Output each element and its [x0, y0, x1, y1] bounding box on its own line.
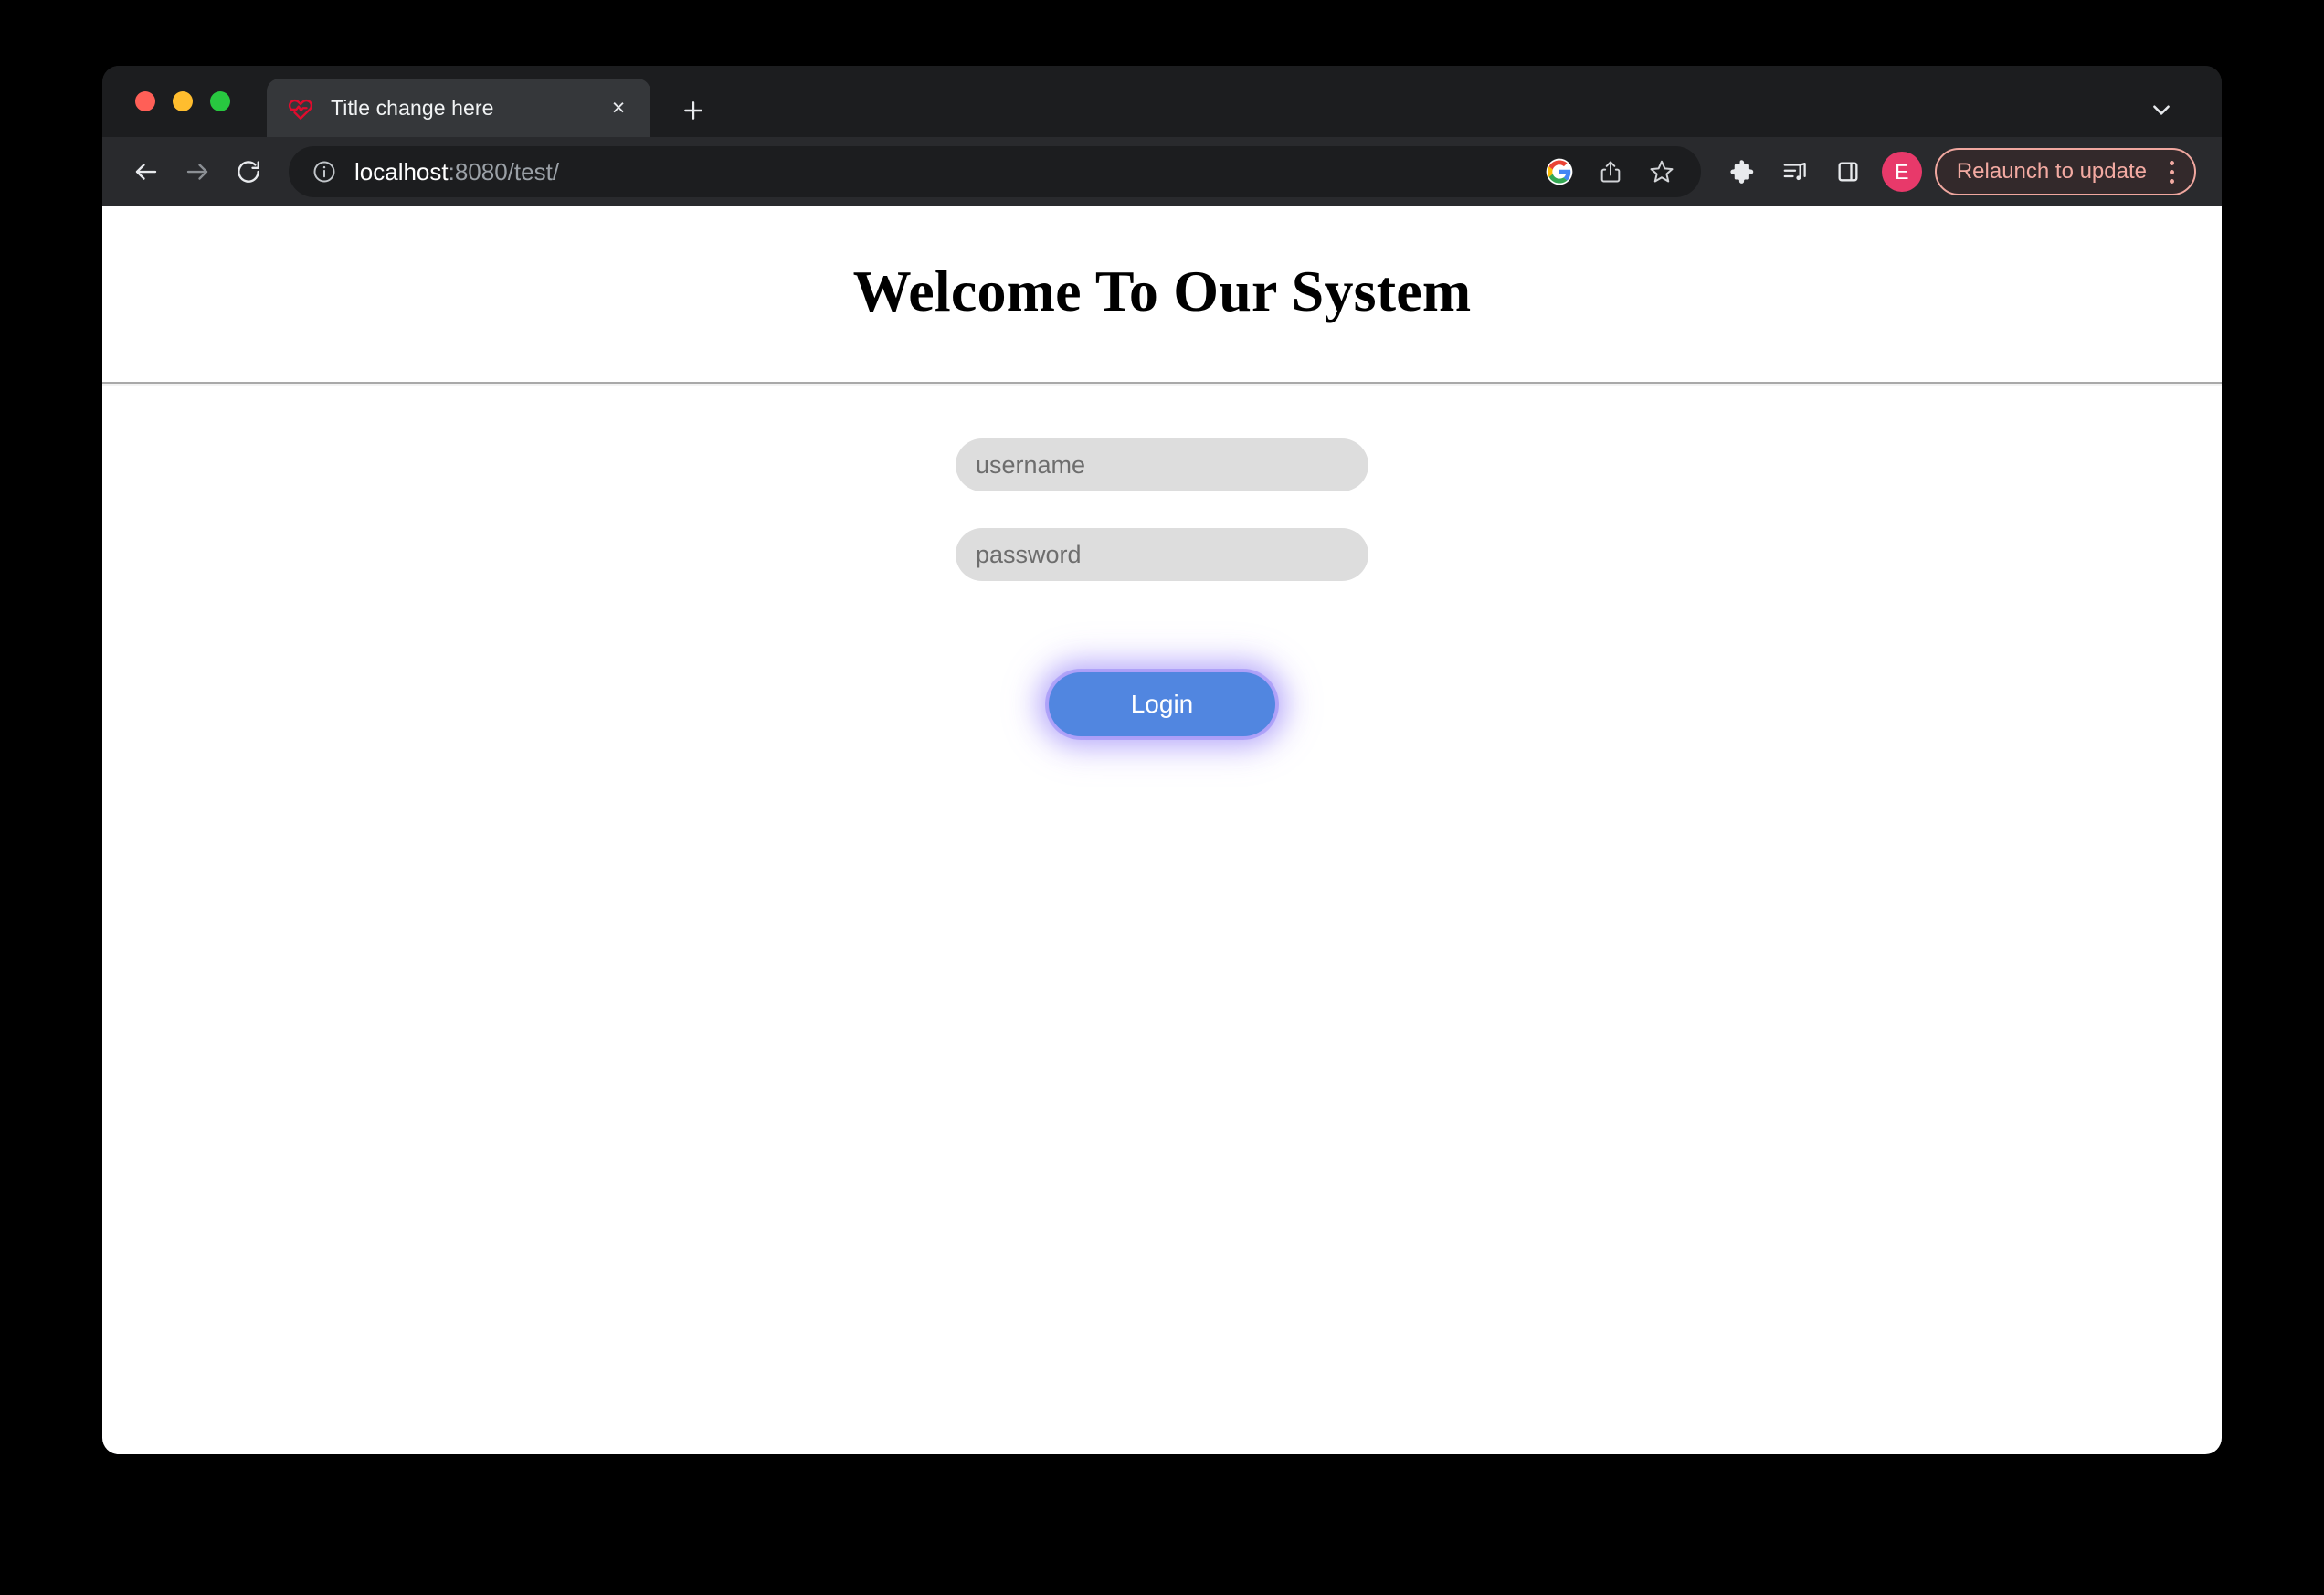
username-input[interactable]: [956, 438, 1368, 491]
share-icon[interactable]: [1588, 149, 1633, 195]
tab-title: Title change here: [331, 96, 603, 121]
new-tab-button[interactable]: [674, 91, 713, 130]
chevron-down-icon[interactable]: [2141, 90, 2181, 130]
bookmark-star-icon[interactable]: [1639, 149, 1685, 195]
relaunch-to-update-button[interactable]: Relaunch to update: [1935, 148, 2196, 195]
back-button[interactable]: [121, 146, 172, 197]
login-form: Login: [102, 386, 2222, 736]
extensions-puzzle-icon[interactable]: [1717, 147, 1767, 196]
window-close-button[interactable]: [135, 91, 155, 111]
avatar[interactable]: E: [1882, 152, 1922, 192]
info-circle-icon[interactable]: [309, 156, 340, 187]
browser-tab[interactable]: Title change here ×: [267, 79, 650, 137]
forward-button[interactable]: [172, 146, 223, 197]
password-input[interactable]: [956, 528, 1368, 581]
browser-toolbar: localhost:8080/test/: [102, 137, 2222, 206]
toolbar-actions: E Relaunch to update: [1717, 147, 2196, 196]
address-bar[interactable]: localhost:8080/test/: [289, 146, 1701, 197]
url-host: localhost: [354, 158, 449, 185]
reload-button[interactable]: [223, 146, 274, 197]
page-title: Welcome To Our System: [102, 206, 2222, 325]
side-panel-icon[interactable]: [1823, 147, 1873, 196]
google-lens-icon[interactable]: [1537, 149, 1582, 195]
window-maximize-button[interactable]: [210, 91, 230, 111]
url-path: :8080/test/: [449, 158, 559, 185]
tab-strip: Title change here ×: [102, 66, 2222, 137]
browser-window: Title change here ×: [102, 66, 2222, 1454]
tab-close-icon[interactable]: ×: [603, 92, 634, 123]
kebab-menu-icon[interactable]: [2156, 153, 2187, 190]
login-button[interactable]: Login: [1049, 672, 1275, 736]
url-text: localhost:8080/test/: [354, 158, 1537, 186]
window-controls: [135, 66, 230, 137]
window-minimize-button[interactable]: [173, 91, 193, 111]
omnibox-actions: [1537, 149, 1692, 195]
page-viewport: Welcome To Our System Login: [102, 206, 2222, 1454]
relaunch-label: Relaunch to update: [1957, 159, 2147, 185]
heart-pulse-icon: [287, 94, 314, 121]
media-controls-icon[interactable]: [1770, 147, 1820, 196]
